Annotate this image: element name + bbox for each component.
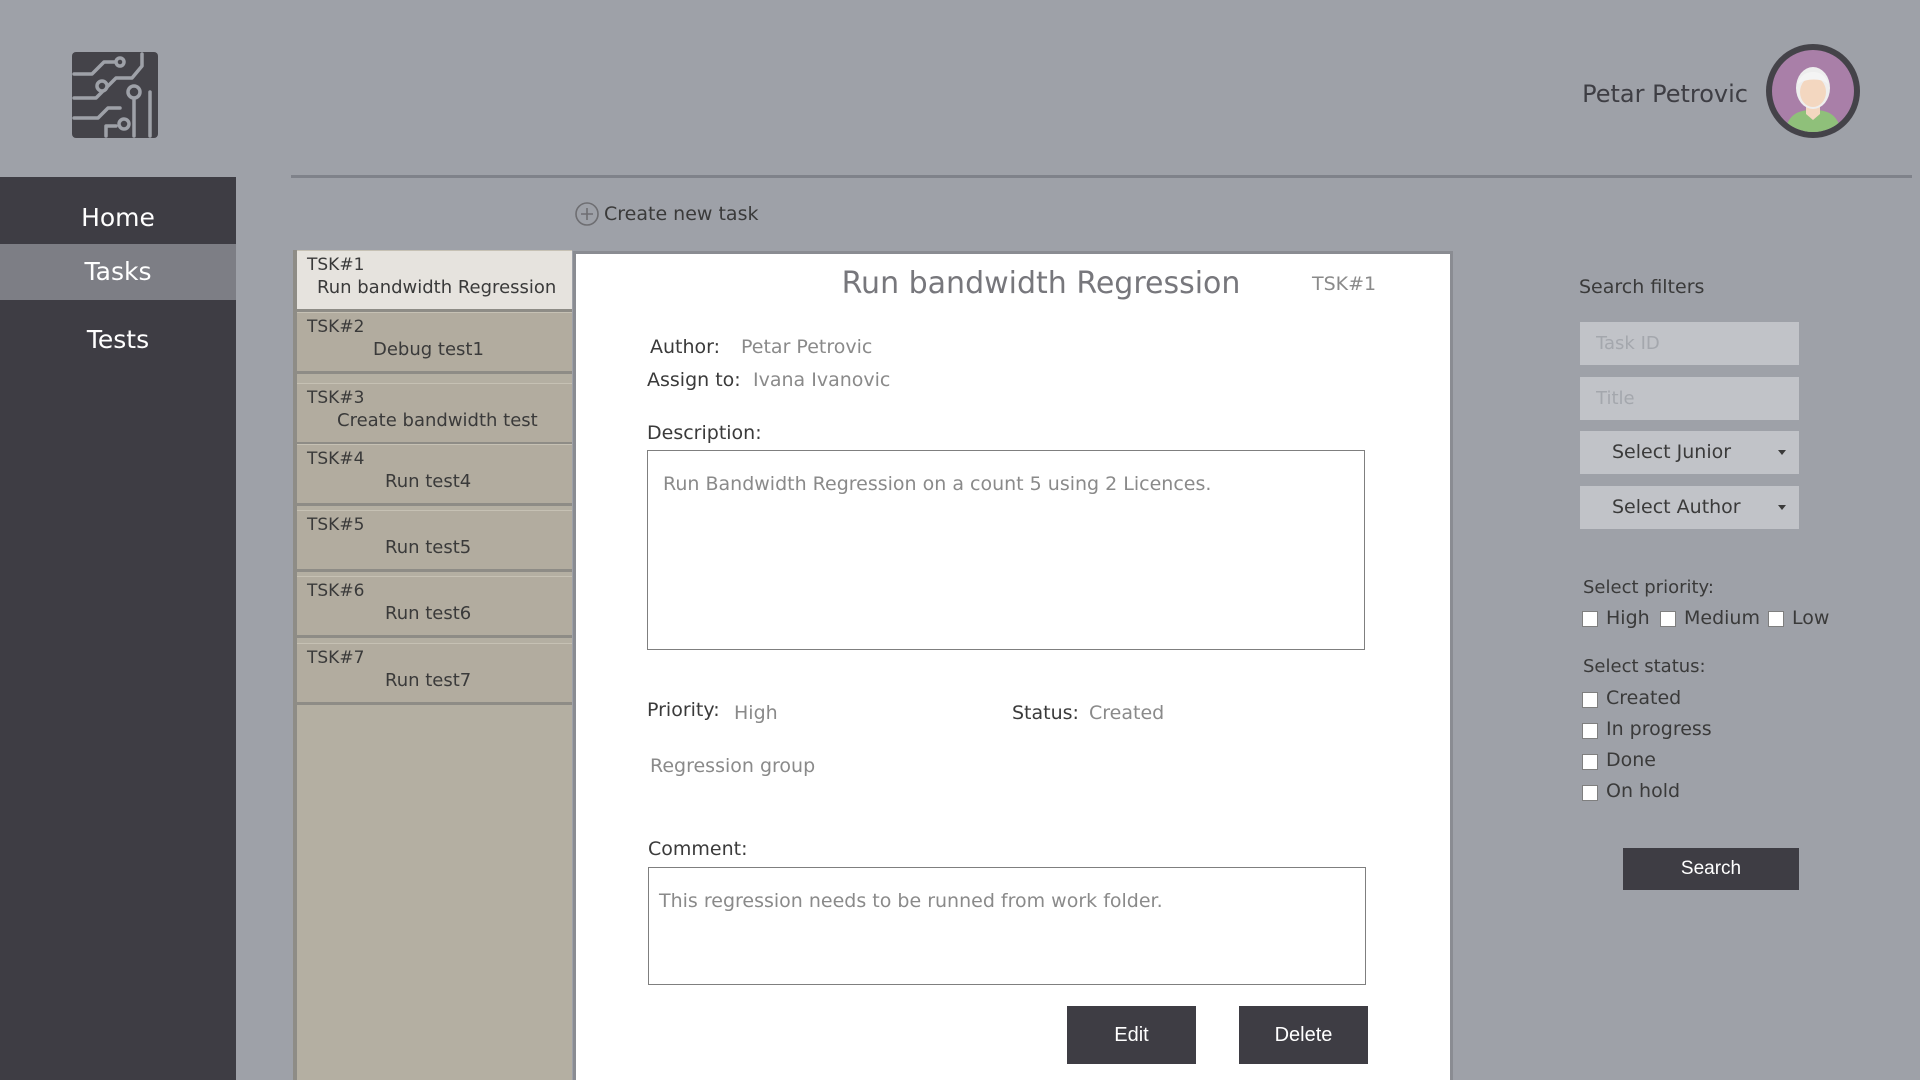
task-id: TSK#6: [307, 581, 365, 601]
header-divider: [291, 175, 1912, 178]
task-list-item[interactable]: TSK#3 Create bandwidth test: [297, 383, 572, 445]
plus-circle-icon: [575, 202, 599, 226]
description-box: Run Bandwidth Regression on a count 5 us…: [647, 450, 1365, 650]
task-title: Create bandwidth test: [337, 410, 538, 431]
select-author-dropdown[interactable]: Select Author: [1580, 486, 1799, 529]
status-created-label: Created: [1606, 687, 1682, 709]
status-done-label: Done: [1606, 749, 1656, 771]
task-list-item[interactable]: TSK#1 Run bandwidth Regression: [297, 250, 572, 312]
priority-label: Priority:: [647, 699, 720, 721]
avatar-icon: [1769, 47, 1857, 135]
comment-box: This regression needs to be runned from …: [648, 867, 1366, 985]
status-on-hold-checkbox[interactable]: [1582, 785, 1598, 801]
author-label: Author:: [650, 336, 721, 358]
select-junior-dropdown[interactable]: Select Junior: [1580, 431, 1799, 474]
status-on-hold-label: On hold: [1606, 780, 1681, 802]
status-done-checkbox[interactable]: [1582, 754, 1598, 770]
task-list-item[interactable]: TSK#5 Run test5: [297, 510, 572, 572]
task-id: TSK#3: [307, 388, 365, 408]
sidebar-item-tasks[interactable]: Tasks: [0, 244, 236, 300]
title-input[interactable]: [1580, 377, 1799, 420]
search-filters-title: Search filters: [1579, 276, 1705, 298]
priority-filter-label: Select priority:: [1583, 577, 1714, 598]
priority-value: High: [734, 702, 778, 724]
task-detail-id: TSK#1: [1312, 273, 1377, 295]
task-list: TSK#1 Run bandwidth Regression TSK#2 Deb…: [293, 250, 572, 1080]
task-title: Debug test1: [373, 339, 484, 360]
task-title: Run test4: [385, 471, 472, 492]
select-author-label: Select Author: [1612, 496, 1741, 518]
circuit-logo-icon: [72, 52, 152, 138]
task-id: TSK#7: [307, 648, 365, 668]
priority-low-checkbox[interactable]: [1768, 611, 1784, 627]
task-title: Run test7: [385, 670, 472, 691]
task-id: TSK#1: [307, 255, 365, 275]
task-title: Run test6: [385, 603, 472, 624]
task-list-item[interactable]: TSK#4 Run test4: [297, 444, 572, 506]
create-task-label: Create new task: [604, 203, 759, 225]
sidebar-nav: Home Tasks Tests: [0, 177, 236, 1080]
description-label: Description:: [647, 422, 762, 444]
create-task-button[interactable]: Create new task: [574, 199, 758, 229]
sidebar-item-home[interactable]: Home: [0, 190, 236, 246]
select-junior-label: Select Junior: [1612, 441, 1732, 463]
search-button[interactable]: Search: [1623, 848, 1799, 890]
priority-low-label: Low: [1792, 607, 1830, 629]
task-title: Run test5: [385, 537, 472, 558]
task-id: TSK#4: [307, 449, 365, 469]
edit-button[interactable]: Edit: [1067, 1006, 1196, 1064]
status-filter-label: Select status:: [1583, 656, 1706, 677]
comment-label: Comment:: [648, 838, 748, 860]
app-logo: [72, 52, 158, 138]
user-name: Petar Petrovic: [1582, 80, 1748, 108]
delete-button[interactable]: Delete: [1239, 1006, 1368, 1064]
task-list-item[interactable]: TSK#6 Run test6: [297, 576, 572, 638]
priority-high-checkbox[interactable]: [1582, 611, 1598, 627]
task-id: TSK#5: [307, 515, 365, 535]
task-id: TSK#2: [307, 317, 365, 337]
author-value: Petar Petrovic: [741, 336, 873, 358]
priority-high-label: High: [1606, 607, 1650, 629]
assignee-value: Ivana Ivanovic: [753, 369, 891, 391]
sidebar-item-tests[interactable]: Tests: [0, 312, 236, 368]
status-created-checkbox[interactable]: [1582, 692, 1598, 708]
task-list-item[interactable]: TSK#7 Run test7: [297, 643, 572, 705]
group-value: Regression group: [650, 755, 816, 777]
status-in-progress-checkbox[interactable]: [1582, 723, 1598, 739]
chevron-down-icon: [1778, 450, 1786, 455]
priority-medium-checkbox[interactable]: [1660, 611, 1676, 627]
task-title: Run bandwidth Regression: [317, 277, 557, 298]
task-detail-panel: Run bandwidth Regression TSK#1 Author: P…: [573, 251, 1453, 1080]
task-list-item[interactable]: TSK#2 Debug test1: [297, 312, 572, 374]
status-value: Created: [1089, 702, 1165, 724]
status-label: Status:: [1012, 702, 1079, 724]
task-id-input[interactable]: [1580, 322, 1799, 365]
assign-label: Assign to:: [647, 369, 741, 391]
user-avatar[interactable]: [1766, 44, 1860, 138]
status-in-progress-label: In progress: [1606, 718, 1712, 740]
priority-medium-label: Medium: [1684, 607, 1760, 629]
chevron-down-icon: [1778, 505, 1786, 510]
